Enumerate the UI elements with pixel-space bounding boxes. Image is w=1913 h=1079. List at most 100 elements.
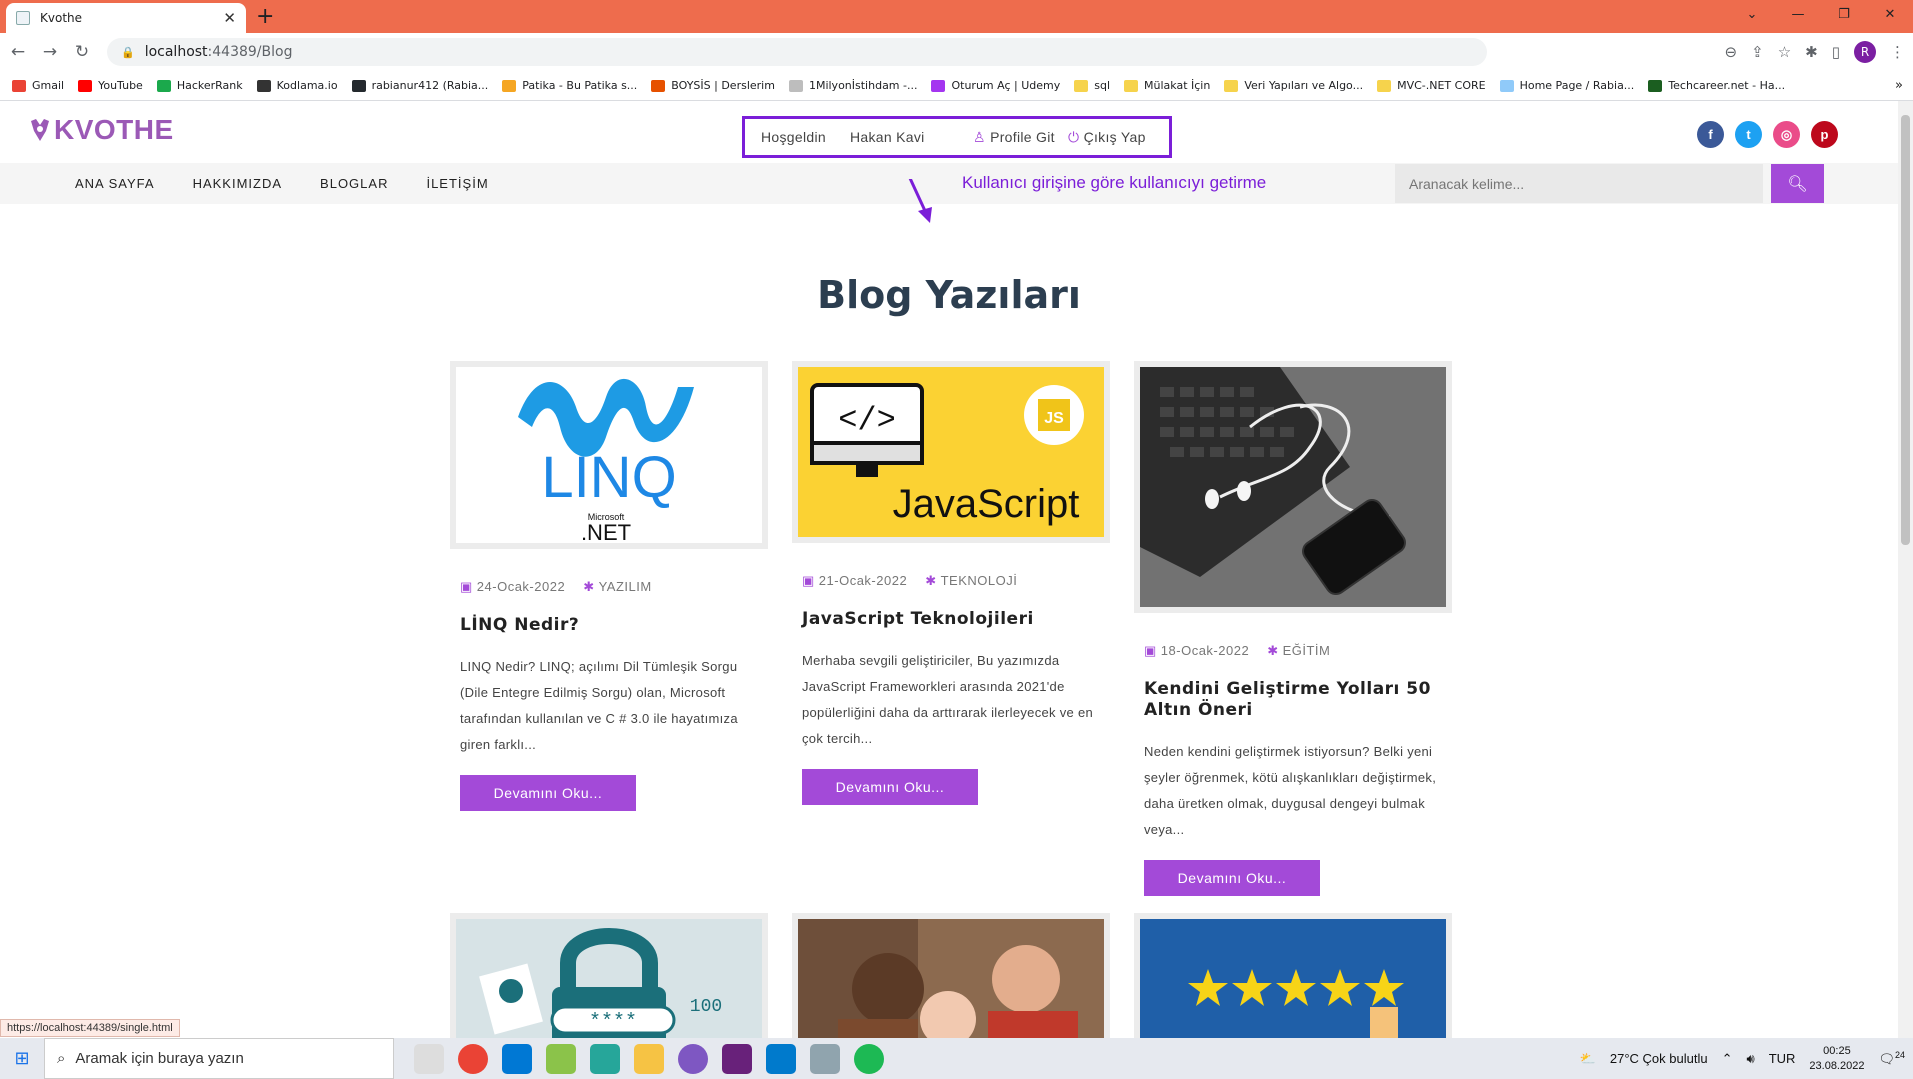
minimize-icon[interactable]: —: [1775, 0, 1821, 30]
post-title[interactable]: LİNQ Nedir?: [450, 615, 768, 636]
bookmark-label: Kodlama.io: [276, 79, 338, 92]
bookmark-item[interactable]: rabianur412 (Rabia...: [351, 79, 488, 92]
address-field[interactable]: 🔒 localhost :44389/Blog: [107, 38, 1487, 66]
side-panel-icon[interactable]: ▯: [1832, 43, 1840, 61]
post-date: ▣ 24-Ocak-2022: [460, 579, 565, 595]
new-tab-icon[interactable]: +: [256, 4, 274, 29]
logout-link-label: Çıkış Yap: [1083, 129, 1146, 145]
github-desktop-icon[interactable]: [678, 1043, 708, 1074]
bookmark-favicon-icon: [931, 79, 946, 92]
lock-icon[interactable]: 🔒: [121, 46, 135, 59]
menu-item[interactable]: İLETİŞİM: [426, 176, 488, 191]
post-image-security[interactable]: **** 100: [450, 913, 768, 1038]
read-more-button[interactable]: Devamını Oku...: [1144, 860, 1320, 896]
bookmark-item[interactable]: Techcareer.net - Ha...: [1648, 79, 1785, 92]
share-icon[interactable]: ⇪: [1751, 43, 1764, 61]
post-category-text: EĞİTİM: [1282, 643, 1331, 658]
dribbble-icon[interactable]: ◎: [1773, 121, 1800, 148]
back-icon[interactable]: ←: [2, 42, 34, 62]
vscode-icon[interactable]: [766, 1043, 796, 1074]
bookmark-item[interactable]: HackerRank: [156, 79, 243, 92]
bookmark-item[interactable]: 1Milyonİstihdam -...: [788, 79, 917, 92]
bookmark-star-icon[interactable]: ☆: [1778, 43, 1791, 61]
post-image-javascript[interactable]: </> JS JavaScript: [792, 361, 1110, 543]
post-category[interactable]: ✱ YAZILIM: [583, 579, 652, 595]
restore-icon[interactable]: ❐: [1821, 0, 1867, 30]
weather-text[interactable]: 27°C Çok bulutlu: [1610, 1051, 1708, 1066]
search-input[interactable]: [1395, 164, 1763, 203]
forward-icon[interactable]: →: [34, 42, 66, 62]
bookmark-item[interactable]: BOYSİS | Derslerim: [651, 79, 775, 92]
bookmark-item[interactable]: Mülakat İçin: [1124, 79, 1210, 92]
spotify-icon[interactable]: [854, 1043, 884, 1074]
menu-item[interactable]: BLOGLAR: [320, 176, 388, 191]
post-image-family[interactable]: [792, 913, 1110, 1038]
javascript-illustration-icon: </> JS JavaScript: [798, 367, 1104, 537]
post-excerpt: Neden kendini geliştirmek istiyorsun? Be…: [1144, 744, 1437, 837]
window-controls: ⌄ — ❐ ✕: [1729, 0, 1913, 30]
browser-menu-icon[interactable]: ⋮: [1890, 43, 1905, 61]
volume-icon[interactable]: 🔊︎: [1746, 1051, 1754, 1067]
profile-avatar[interactable]: R: [1854, 41, 1876, 63]
post-image-laptop[interactable]: [1134, 361, 1452, 613]
bookmark-item[interactable]: Veri Yapıları ve Algo...: [1224, 79, 1363, 92]
bookmark-item[interactable]: sql: [1074, 79, 1110, 92]
post-category[interactable]: ✱ EĞİTİM: [1267, 643, 1330, 659]
sourcetree-icon[interactable]: [546, 1043, 576, 1074]
close-window-icon[interactable]: ✕: [1867, 0, 1913, 30]
tab-search-icon[interactable]: ⌄: [1729, 0, 1775, 30]
menu-item[interactable]: HAKKIMIZDA: [193, 176, 282, 191]
twitter-icon[interactable]: t: [1735, 121, 1762, 148]
notepad-icon[interactable]: [810, 1043, 840, 1074]
tray-chevron-icon[interactable]: ⌃: [1722, 1051, 1733, 1067]
pinterest-icon[interactable]: p: [1811, 121, 1838, 148]
post-image-linq[interactable]: LINQ Microsoft .NET: [450, 361, 768, 549]
bookmark-favicon-icon: [1124, 79, 1139, 92]
bookmark-item[interactable]: YouTube: [78, 79, 143, 92]
bookmark-item[interactable]: Home Page / Rabia...: [1499, 79, 1634, 92]
search-button[interactable]: 🔍︎: [1771, 164, 1824, 203]
visual-studio-icon[interactable]: [722, 1043, 752, 1074]
page-scrollbar[interactable]: [1898, 101, 1913, 1038]
bookmark-item[interactable]: Oturum Aç | Udemy: [931, 79, 1060, 92]
post-category[interactable]: ✱ TEKNOLOJİ: [925, 573, 1017, 589]
reload-icon[interactable]: ↻: [66, 42, 98, 62]
language-indicator[interactable]: TUR: [1769, 1051, 1796, 1066]
bookmark-item[interactable]: Gmail: [12, 79, 64, 92]
post-image-stars[interactable]: [1134, 913, 1452, 1038]
notifications-icon[interactable]: 🗨︎24: [1878, 1050, 1905, 1067]
bookmark-item[interactable]: MVC-.NET CORE: [1377, 79, 1486, 92]
close-tab-icon[interactable]: ✕: [223, 9, 236, 27]
post-title[interactable]: Kendini Geliştirme Yolları 50 Altın Öner…: [1134, 679, 1452, 721]
bookmarks-overflow-icon[interactable]: »: [1895, 78, 1903, 93]
clock[interactable]: 00:25 23.08.2022: [1809, 1044, 1864, 1074]
scrollbar-thumb[interactable]: [1901, 115, 1910, 545]
snip-tool-icon[interactable]: [590, 1043, 620, 1074]
tab-bar: Kvothe ✕ + ⌄ — ❐ ✕: [0, 0, 1913, 33]
bookmark-label: HackerRank: [176, 79, 243, 92]
weather-icon[interactable]: ⛅: [1580, 1051, 1596, 1067]
post-title[interactable]: JavaScript Teknolojileri: [792, 609, 1110, 630]
read-more-button[interactable]: Devamını Oku...: [460, 775, 636, 811]
windows-start-icon[interactable]: ⊞: [0, 1048, 44, 1069]
blog-card: LINQ Microsoft .NET ▣ 24-Ocak-2022 ✱ YAZIL…: [450, 361, 768, 811]
task-view-icon[interactable]: [414, 1043, 444, 1074]
taskbar-search[interactable]: ⌕ Aramak için buraya yazın: [44, 1038, 394, 1079]
read-more-button[interactable]: Devamını Oku...: [802, 769, 978, 805]
bookmark-item[interactable]: Patika - Bu Patika s...: [502, 79, 637, 92]
logout-link[interactable]: ⏻ Çıkış Yap: [1068, 129, 1146, 146]
site-logo[interactable]: KVOTHE: [28, 114, 174, 146]
file-explorer-icon[interactable]: [634, 1043, 664, 1074]
zoom-icon[interactable]: ⊖: [1725, 43, 1738, 61]
extensions-icon[interactable]: ✱: [1805, 43, 1818, 61]
browser-tab[interactable]: Kvothe ✕: [6, 3, 246, 33]
menu-item[interactable]: ANA SAYFA: [75, 176, 155, 191]
bookmark-favicon-icon: [78, 79, 93, 92]
chrome-icon[interactable]: [458, 1043, 488, 1074]
profile-link[interactable]: ♙ Profile Git: [973, 129, 1055, 146]
post-meta: ▣ 24-Ocak-2022 ✱ YAZILIM: [450, 579, 768, 595]
bookmark-item[interactable]: Kodlama.io: [256, 79, 338, 92]
facebook-icon[interactable]: f: [1697, 121, 1724, 148]
mail-icon[interactable]: [502, 1043, 532, 1074]
page-content: KVOTHE Hoşgeldin Hakan Kavi ♙ Profile Gi…: [0, 101, 1898, 1038]
